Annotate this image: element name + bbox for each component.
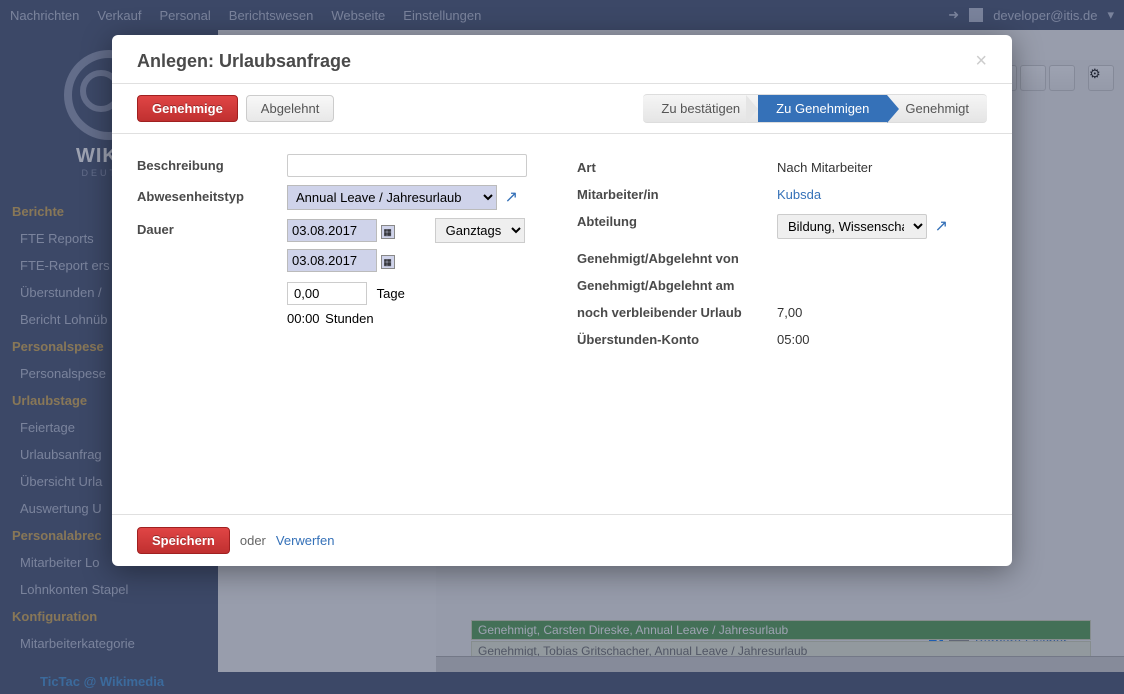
status-steps: Zu bestätigen Zu Genehmigen Genehmigt bbox=[643, 94, 987, 123]
label-stunden: Stunden bbox=[325, 311, 373, 326]
nach-mitarbeiter-value: Nach Mitarbeiter bbox=[777, 154, 987, 181]
date-from-input[interactable] bbox=[287, 219, 377, 242]
step-approved[interactable]: Genehmigt bbox=[887, 94, 987, 123]
calendar-icon[interactable]: ▦ bbox=[381, 225, 395, 239]
label-mitarbeiter: Mitarbeiter/in bbox=[577, 181, 777, 208]
save-button[interactable]: Speichern bbox=[137, 527, 230, 554]
external-link-icon[interactable]: ↗ bbox=[935, 218, 948, 235]
stunden-value: 00:00 bbox=[287, 311, 320, 326]
ganztags-select[interactable]: Ganztags bbox=[435, 218, 525, 243]
abteilung-select[interactable]: Bildung, Wissenschaf bbox=[777, 214, 927, 239]
tage-input[interactable] bbox=[287, 282, 367, 305]
modal-dialog: Anlegen: Urlaubsanfrage × Genehmige Abge… bbox=[112, 35, 1012, 566]
ueberstunden-value: 05:00 bbox=[777, 326, 987, 353]
verbleibend-value: 7,00 bbox=[777, 299, 987, 326]
close-icon[interactable]: × bbox=[975, 50, 987, 73]
external-link-icon[interactable]: ↗ bbox=[505, 189, 518, 206]
label-genehmigt-von: Genehmigt/Abgelehnt von bbox=[577, 245, 777, 272]
date-to-input[interactable] bbox=[287, 249, 377, 272]
modal-title: Anlegen: Urlaubsanfrage bbox=[137, 51, 351, 72]
label-tage: Tage bbox=[377, 286, 405, 301]
verwerfen-link[interactable]: Verwerfen bbox=[276, 533, 335, 548]
label-genehmigt-am: Genehmigt/Abgelehnt am bbox=[577, 272, 777, 299]
oder-text: oder bbox=[240, 533, 266, 548]
label-beschreibung: Beschreibung bbox=[137, 154, 287, 173]
label-art: Art bbox=[577, 154, 777, 181]
reject-button[interactable]: Abgelehnt bbox=[246, 95, 335, 122]
label-abteilung: Abteilung bbox=[577, 208, 777, 245]
mitarbeiter-link[interactable]: Kubsda bbox=[777, 187, 821, 202]
abwesenheitstyp-select[interactable]: Annual Leave / Jahresurlaub bbox=[287, 185, 497, 210]
label-verbleibend: noch verbleibender Urlaub bbox=[577, 299, 777, 326]
step-approve[interactable]: Zu Genehmigen bbox=[758, 94, 887, 123]
label-abwesenheitstyp: Abwesenheitstyp bbox=[137, 185, 287, 204]
step-confirm[interactable]: Zu bestätigen bbox=[643, 94, 758, 123]
calendar-icon[interactable]: ▦ bbox=[381, 255, 395, 269]
beschreibung-input[interactable] bbox=[287, 154, 527, 177]
label-dauer: Dauer bbox=[137, 218, 287, 237]
label-ueberstunden: Überstunden-Konto bbox=[577, 326, 777, 353]
approve-button[interactable]: Genehmige bbox=[137, 95, 238, 122]
